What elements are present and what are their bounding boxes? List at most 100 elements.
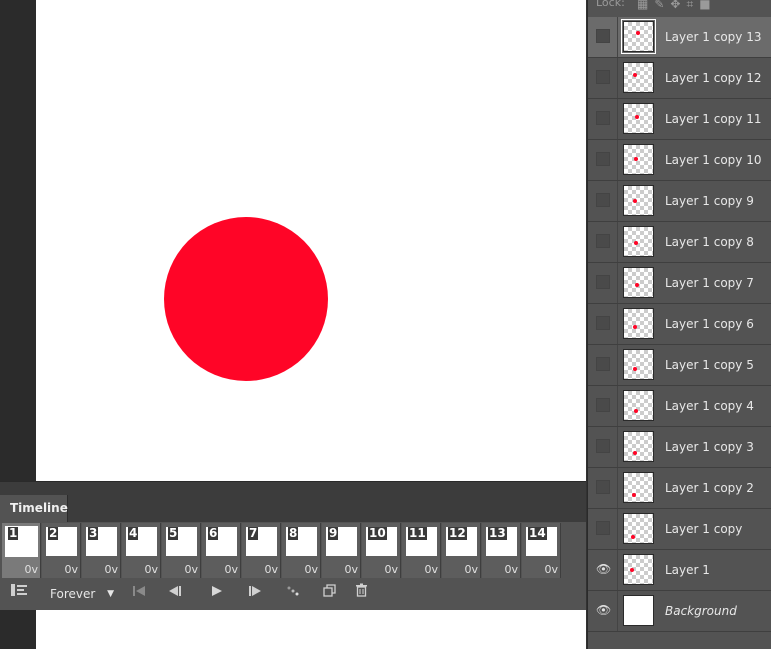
visibility-toggle[interactable] xyxy=(596,398,610,412)
layer-thumbnail[interactable] xyxy=(623,431,654,462)
layer-thumbnail[interactable] xyxy=(623,226,654,257)
layer-thumbnail[interactable] xyxy=(623,595,654,626)
timeline-frame[interactable]: 5 0v xyxy=(162,523,201,578)
layer-row[interactable]: Layer 1 copy 11 xyxy=(588,99,771,140)
lock-transparent-pixels-icon[interactable]: ▦ xyxy=(637,0,654,11)
play-icon[interactable] xyxy=(208,583,226,605)
previous-frame-icon[interactable] xyxy=(166,583,184,605)
frame-delay[interactable]: 0v xyxy=(24,563,38,576)
visibility-toggle[interactable] xyxy=(596,29,610,43)
layer-name[interactable]: Layer 1 copy 9 xyxy=(665,181,754,221)
visibility-toggle[interactable] xyxy=(596,439,610,453)
layer-name[interactable]: Layer 1 copy 3 xyxy=(665,427,754,467)
layer-thumbnail[interactable] xyxy=(621,19,656,54)
lock-image-pixels-icon[interactable]: ✎ xyxy=(654,0,670,11)
visibility-toggle[interactable] xyxy=(596,521,610,535)
frame-delay[interactable]: 0v xyxy=(224,563,238,576)
layer-name[interactable]: Background xyxy=(665,591,737,631)
layer-thumbnail[interactable] xyxy=(623,144,654,175)
frame-delay[interactable]: 0v xyxy=(384,563,398,576)
layer-thumbnail[interactable] xyxy=(623,267,654,298)
layer-thumbnail[interactable] xyxy=(623,513,654,544)
frame-delay[interactable]: 0v xyxy=(264,563,278,576)
frame-delay[interactable]: 0v xyxy=(464,563,478,576)
layer-row[interactable]: Layer 1 copy 12 xyxy=(588,58,771,99)
lock-all-icon[interactable]: ■ xyxy=(699,0,716,11)
visibility-toggle[interactable] xyxy=(596,316,610,330)
layer-row[interactable]: Layer 1 copy 3 xyxy=(588,427,771,468)
visibility-toggle[interactable] xyxy=(596,357,610,371)
frame-delay[interactable]: 0v xyxy=(184,563,198,576)
layer-name[interactable]: Layer 1 copy 7 xyxy=(665,263,754,303)
timeline-frame[interactable]: 7 0v xyxy=(242,523,281,578)
eye-icon[interactable]: 👁 xyxy=(596,603,611,617)
tab-timeline[interactable]: Timeline xyxy=(0,495,68,522)
visibility-toggle[interactable] xyxy=(596,480,610,494)
next-frame-icon[interactable] xyxy=(246,583,264,605)
delete-frame-icon[interactable] xyxy=(352,583,370,605)
layer-row[interactable]: 👁 Layer 1 xyxy=(588,550,771,591)
layer-thumbnail[interactable] xyxy=(623,472,654,503)
timeline-frame[interactable]: 10 0v xyxy=(362,523,401,578)
visibility-toggle[interactable] xyxy=(596,152,610,166)
timeline-frame[interactable]: 2 0v xyxy=(42,523,81,578)
layer-thumbnail[interactable] xyxy=(623,103,654,134)
eye-icon[interactable]: 👁 xyxy=(596,562,611,576)
layer-name[interactable]: Layer 1 copy 6 xyxy=(665,304,754,344)
visibility-toggle[interactable] xyxy=(596,234,610,248)
layer-row[interactable]: Layer 1 copy 10 xyxy=(588,140,771,181)
layer-thumbnail[interactable] xyxy=(623,390,654,421)
frame-delay[interactable]: 0v xyxy=(304,563,318,576)
timeline-frame[interactable]: 12 0v xyxy=(442,523,481,578)
timeline-frame[interactable]: 6 0v xyxy=(202,523,241,578)
timeline-frame[interactable]: 14 0v xyxy=(522,523,561,578)
layer-name[interactable]: Layer 1 copy 11 xyxy=(665,99,761,139)
frame-delay[interactable]: 0v xyxy=(424,563,438,576)
visibility-toggle[interactable] xyxy=(596,275,610,289)
layer-name[interactable]: Layer 1 copy 13 xyxy=(665,17,761,57)
frame-delay[interactable]: 0v xyxy=(64,563,78,576)
layer-thumbnail[interactable] xyxy=(623,62,654,93)
layer-thumbnail[interactable] xyxy=(623,349,654,380)
convert-to-video-timeline-icon[interactable] xyxy=(8,583,32,605)
timeline-frame[interactable]: 3 0v xyxy=(82,523,121,578)
layer-row[interactable]: Layer 1 copy 2 xyxy=(588,468,771,509)
layer-row[interactable]: Layer 1 copy 9 xyxy=(588,181,771,222)
timeline-frame[interactable]: 1 0v xyxy=(2,523,41,578)
duplicate-frame-icon[interactable] xyxy=(320,583,338,605)
layer-name[interactable]: Layer 1 xyxy=(665,550,710,590)
frame-delay[interactable]: 0v xyxy=(104,563,118,576)
lock-position-icon[interactable]: ✥ xyxy=(670,0,686,11)
layer-row[interactable]: Layer 1 copy 6 xyxy=(588,304,771,345)
layer-row[interactable]: Layer 1 copy 5 xyxy=(588,345,771,386)
layer-row[interactable]: Layer 1 copy 4 xyxy=(588,386,771,427)
timeline-frame[interactable]: 13 0v xyxy=(482,523,521,578)
layer-thumbnail[interactable] xyxy=(623,308,654,339)
timeline-frame[interactable]: 4 0v xyxy=(122,523,161,578)
layer-thumbnail[interactable] xyxy=(623,554,654,585)
layer-name[interactable]: Layer 1 copy xyxy=(665,509,742,549)
visibility-toggle[interactable] xyxy=(596,193,610,207)
visibility-toggle[interactable] xyxy=(596,111,610,125)
layer-row[interactable]: Layer 1 copy xyxy=(588,509,771,550)
layer-thumbnail[interactable] xyxy=(623,185,654,216)
frame-delay[interactable]: 0v xyxy=(504,563,518,576)
loop-options-select[interactable]: Forever ▼ xyxy=(50,583,120,605)
layer-row[interactable]: Layer 1 copy 7 xyxy=(588,263,771,304)
frame-delay[interactable]: 0v xyxy=(144,563,158,576)
frame-delay[interactable]: 0v xyxy=(544,563,558,576)
layer-name[interactable]: Layer 1 copy 4 xyxy=(665,386,754,426)
layer-name[interactable]: Layer 1 copy 8 xyxy=(665,222,754,262)
timeline-frame[interactable]: 8 0v xyxy=(282,523,321,578)
layer-row[interactable]: 👁 Background xyxy=(588,591,771,632)
first-frame-icon[interactable] xyxy=(130,583,148,605)
tween-icon[interactable] xyxy=(284,583,302,605)
frame-delay[interactable]: 0v xyxy=(344,563,358,576)
layer-row[interactable]: Layer 1 copy 8 xyxy=(588,222,771,263)
timeline-frame[interactable]: 9 0v xyxy=(322,523,361,578)
layer-name[interactable]: Layer 1 copy 2 xyxy=(665,468,754,508)
layer-name[interactable]: Layer 1 copy 5 xyxy=(665,345,754,385)
lock-artboard-icon[interactable]: ⌗ xyxy=(686,0,699,11)
layer-row[interactable]: Layer 1 copy 13 xyxy=(588,17,771,58)
layer-name[interactable]: Layer 1 copy 10 xyxy=(665,140,761,180)
